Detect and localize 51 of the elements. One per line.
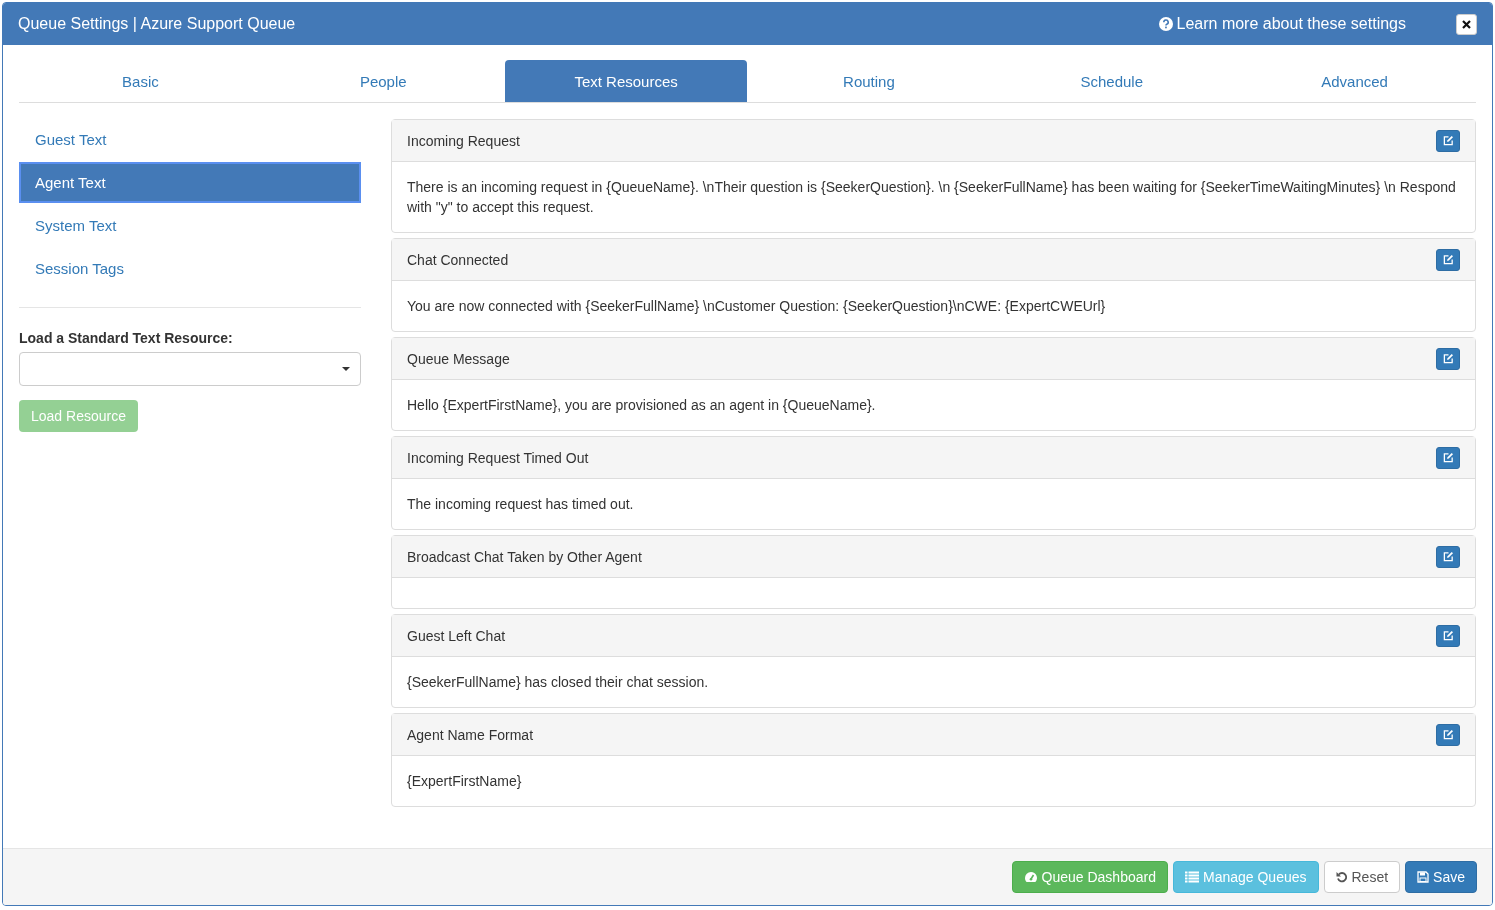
tab[interactable]: Basic [19,60,262,102]
list-icon [1184,871,1199,883]
undo-icon [1335,871,1348,883]
resource-text: Hello {ExpertFirstName}, you are provisioned as an agent in {QueueName}. [406,396,877,415]
tab[interactable]: Text Resources [504,60,748,102]
resource-text: {ExpertFirstName} [406,772,523,791]
panel-title: Chat Connected [407,251,509,268]
dashboard-button[interactable]: Queue Dashboard [1011,861,1168,893]
resource-text: You are now connected with {SeekerFullName} \nCustomer Question: {SeekerQuestion}\nCWE: {ExpertCWEUrl} [406,297,1107,316]
question-icon [1158,17,1173,31]
save-button[interactable]: Save [1405,861,1477,893]
resource-text: The incoming request has timed out. [406,495,635,514]
tab[interactable]: Routing [747,60,991,102]
sidebar-item[interactable]: Agent Text [19,162,361,203]
resource-text: There is an incoming request in {QueueName}. \nTheir question is {SeekerQuestion}. \n {SeekerFullName} has been waiting for {SeekerTimeWaitingMinutes} \n Respond with "y" to accept this request. [406,178,1457,217]
tab[interactable]: People [261,60,505,102]
edit-icon [1442,551,1454,562]
resource-text: {SeekerFullName} has closed their chat session. [406,673,710,692]
reset-button[interactable]: Reset [1323,861,1401,893]
edit-icon [1442,630,1454,641]
floppy-icon [1417,871,1430,883]
panel-title: Broadcast Chat Taken by Other Agent [407,548,642,565]
panel-title: Queue Message [407,350,510,367]
window-title: Queue Settings | Azure Support Queue [18,15,297,33]
edit-button[interactable] [1436,347,1460,370]
edit-button[interactable] [1436,723,1460,746]
edit-button[interactable] [1436,248,1460,271]
panel-title: Incoming Request [407,132,520,149]
edit-icon [1442,135,1454,146]
edit-icon [1442,729,1454,740]
caret-icon [342,367,350,371]
gauge-icon [1023,871,1038,883]
field-label: Load a Standard Text Resource: [19,330,234,346]
edit-button[interactable] [1436,446,1460,469]
tab[interactable]: Advanced [1233,60,1476,102]
edit-icon [1442,353,1454,364]
panel-title: Agent Name Format [407,726,534,743]
sidebar-item[interactable]: Guest Text [19,119,361,160]
panel-title: Incoming Request Timed Out [407,449,589,466]
edit-icon [1442,452,1454,463]
sidebar-item[interactable]: Session Tags [19,248,361,289]
edit-button[interactable] [1436,129,1460,152]
edit-icon [1442,254,1454,265]
edit-button[interactable] [1436,545,1460,568]
panel-title: Guest Left Chat [407,627,506,644]
close-button[interactable] [1456,13,1477,35]
close-icon [1462,19,1471,29]
help-link[interactable]: Learn more about these settings [1158,15,1406,33]
sidebar-item[interactable]: System Text [19,205,361,246]
edit-button[interactable] [1436,624,1460,647]
tab[interactable]: Schedule [990,60,1234,102]
